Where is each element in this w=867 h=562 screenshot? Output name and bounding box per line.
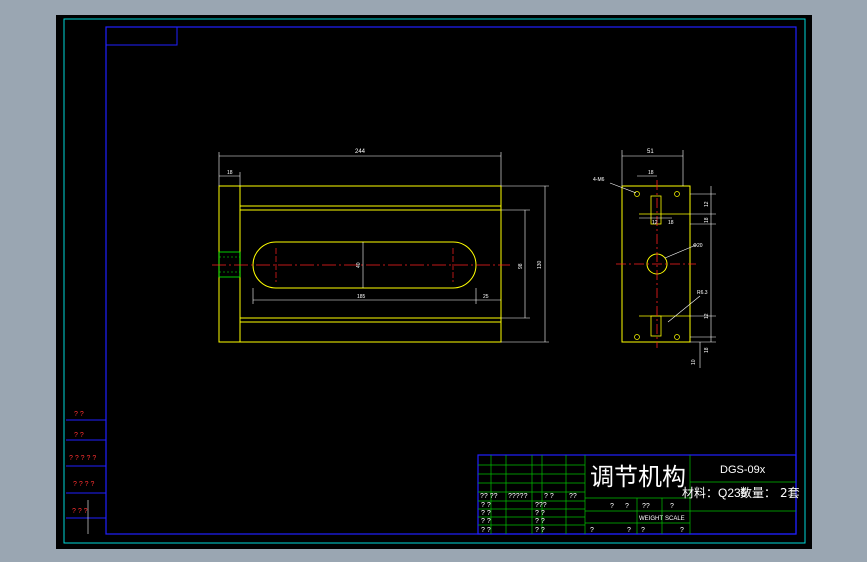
strip-row-4: ? ? ? ?	[73, 481, 95, 488]
dim-outer-height: 130	[537, 260, 543, 269]
label-center-hole: Φ20	[693, 243, 703, 249]
tb-grid-mid-3: ? ?	[535, 518, 545, 525]
dim-inner-height: 98	[518, 263, 524, 269]
dim-side-width: 51	[647, 149, 654, 155]
dim-slot-end: 25	[483, 294, 489, 300]
strip-row-3: ? ? ? ? ?	[69, 455, 96, 462]
tb-ph-2: ?????	[508, 493, 528, 500]
dim-right-1: 12	[704, 201, 710, 207]
dim-right-2: 18	[704, 217, 710, 223]
dim-right-4: 18	[704, 347, 710, 353]
tb-ph-3: ? ?	[544, 493, 554, 500]
material-label: 材料：	[682, 486, 718, 500]
dim-slot-width: 40	[356, 262, 362, 268]
tb-bottom-4: ?	[680, 527, 684, 534]
tb-grid-2: ? ?	[481, 510, 491, 517]
label-roughness: R6.3	[697, 290, 708, 296]
dim-step-b: 18	[668, 220, 674, 226]
dim-left-offset: 18	[227, 170, 233, 176]
label-thread-holes: 4-M6	[593, 177, 605, 183]
tb-bottom-2: ?	[627, 527, 631, 534]
dim-slot-length: 185	[357, 294, 366, 300]
tb-bottom-3: ?	[641, 527, 645, 534]
dim-right-5: 10	[691, 359, 697, 365]
tb-small-2: ?	[670, 503, 674, 510]
quantity-value: 2套	[780, 486, 800, 500]
quantity-label: 数量：	[740, 485, 776, 500]
dim-hole-offset: 18	[648, 170, 654, 176]
cad-drawing-sheet: ? ? ? ? ? ? ? ? ? ? ? ? ? ? ? ? 244 18 1…	[56, 15, 812, 549]
dim-right-3: 12	[704, 313, 710, 319]
tb-grid-mid-4: ? ?	[535, 527, 545, 534]
tb-ph-wt-2: ?	[625, 503, 629, 510]
strip-row-2: ? ?	[74, 432, 84, 439]
tb-ph-1: ?? ??	[480, 493, 498, 500]
tb-grid-4: ? ?	[481, 527, 491, 534]
drawing-number: DGS-09x	[720, 464, 766, 476]
tb-ph-wt-1: ?	[610, 503, 614, 510]
strip-row-5: ? ? ?	[72, 508, 88, 515]
tb-grid-mid-1: ???	[535, 502, 547, 509]
tb-bottom-1: ?	[590, 527, 594, 534]
dim-step-a: 12	[652, 220, 658, 226]
strip-row-1: ? ?	[74, 411, 84, 418]
scale-label: SCALE	[665, 516, 685, 522]
tb-small-1: ??	[642, 503, 650, 510]
part-name: 调节机构	[590, 463, 686, 491]
tb-ph-4: ??	[569, 493, 577, 500]
sheet-background	[56, 15, 812, 549]
tb-grid-1: ? ?	[481, 502, 491, 509]
weight-label: WEIGHT	[639, 516, 663, 522]
tb-grid-mid-2: ? ?	[535, 510, 545, 517]
tb-grid-3: ? ?	[481, 518, 491, 525]
dim-overall-width: 244	[355, 149, 366, 155]
